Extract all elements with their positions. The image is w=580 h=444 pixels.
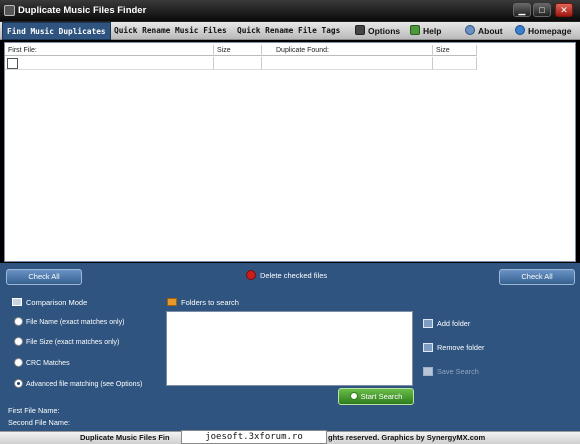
column-first-size[interactable]: Size: [214, 45, 262, 56]
status-copyright-left: Duplicate Music Files Fin: [80, 433, 170, 442]
add-folder-label: Add folder: [437, 319, 471, 328]
second-file-name-label: Second File Name:: [8, 418, 71, 427]
save-search-label: Save Search: [437, 367, 479, 376]
watermark-overlay: joesoft.3xforum.ro: [181, 430, 327, 444]
maximize-button[interactable]: □: [533, 3, 551, 17]
options-icon: [355, 25, 365, 35]
column-duplicate-size[interactable]: Size: [433, 45, 477, 56]
app-icon: [4, 5, 15, 16]
column-first-file[interactable]: First File:: [5, 45, 214, 56]
results-table[interactable]: First File: Size Duplicate Found: Size: [4, 42, 576, 262]
start-search-button[interactable]: Start Search: [338, 388, 414, 405]
minimize-button[interactable]: ▁: [513, 3, 531, 17]
title-bar: Duplicate Music Files Finder ▁ □ ✕: [0, 0, 580, 22]
comparison-mode-heading: Comparison Mode: [12, 298, 87, 307]
tab-quick-rename-music-files[interactable]: Quick Rename Music Files: [114, 22, 227, 40]
radio-crc-label: CRC Matches: [26, 360, 70, 367]
remove-folder-icon: [423, 343, 433, 352]
table-cell: [433, 57, 477, 70]
remove-folder-button[interactable]: Remove folder: [423, 343, 484, 352]
delete-checked-button[interactable]: Delete checked files: [246, 270, 327, 280]
radio-dot: [14, 358, 23, 367]
save-search-button[interactable]: Save Search: [423, 367, 479, 376]
tab-quick-rename-file-tags[interactable]: Quick Rename File Tags: [237, 22, 340, 40]
folder-icon: [167, 298, 177, 306]
column-duplicate-found[interactable]: Duplicate Found:: [262, 45, 433, 56]
menu-help[interactable]: Help: [410, 22, 441, 40]
status-copyright-right: ghts reserved. Graphics by SynergyMX.com: [328, 433, 486, 442]
menu-about[interactable]: About: [465, 22, 503, 40]
menu-homepage[interactable]: Homepage: [515, 22, 571, 40]
options-panel: Comparison Mode File Name (exact matches…: [0, 289, 580, 431]
menu-bar: Find Music Duplicates Quick Rename Music…: [0, 22, 580, 40]
save-icon: [423, 367, 433, 376]
about-gear-icon: [465, 25, 475, 35]
radio-dot: [14, 337, 23, 346]
add-folder-icon: [423, 319, 433, 328]
start-search-label: Start Search: [360, 392, 403, 401]
radio-file-name-label: File Name (exact matches only): [26, 319, 125, 326]
radio-dot: [14, 317, 23, 326]
globe-icon: [515, 25, 525, 35]
comparison-icon: [12, 298, 22, 306]
check-all-left-button[interactable]: Check All: [6, 269, 82, 285]
folders-heading: Folders to search: [167, 298, 239, 307]
radio-advanced-label: Advanced file matching (see Options): [26, 381, 143, 388]
delete-checked-label: Delete checked files: [260, 271, 328, 280]
delete-icon: [246, 270, 256, 280]
table-row[interactable]: [5, 57, 477, 70]
table-cell: [262, 57, 433, 70]
help-book-icon: [410, 25, 420, 35]
tab-find-music-duplicates[interactable]: Find Music Duplicates: [2, 22, 111, 40]
menu-options-label: Options: [368, 26, 401, 36]
folders-list[interactable]: [166, 311, 413, 386]
comparison-mode-label: Comparison Mode: [26, 298, 88, 307]
first-file-name-label: First File Name:: [8, 406, 60, 415]
radio-dot-selected: [14, 379, 23, 388]
radio-crc-matches[interactable]: CRC Matches: [14, 358, 70, 367]
table-header: First File: Size Duplicate Found: Size: [5, 45, 477, 56]
folders-label: Folders to search: [181, 298, 239, 307]
menu-help-label: Help: [423, 26, 442, 36]
close-button[interactable]: ✕: [555, 3, 573, 17]
table-cell: [214, 57, 262, 70]
remove-folder-label: Remove folder: [437, 343, 485, 352]
menu-homepage-label: Homepage: [528, 26, 572, 36]
radio-file-name[interactable]: File Name (exact matches only): [14, 317, 124, 326]
radio-file-size[interactable]: File Size (exact matches only): [14, 337, 119, 346]
radio-file-size-label: File Size (exact matches only): [26, 339, 120, 346]
check-all-right-button[interactable]: Check All: [499, 269, 575, 285]
table-cell: [5, 57, 214, 70]
action-bar: Check All Delete checked files Check All: [0, 263, 580, 289]
menu-options[interactable]: Options: [355, 22, 400, 40]
radio-advanced-matching[interactable]: Advanced file matching (see Options): [14, 379, 142, 388]
add-folder-button[interactable]: Add folder: [423, 319, 470, 328]
search-icon: [349, 392, 358, 400]
window-title: Duplicate Music Files Finder: [18, 5, 147, 16]
menu-about-label: About: [478, 26, 503, 36]
